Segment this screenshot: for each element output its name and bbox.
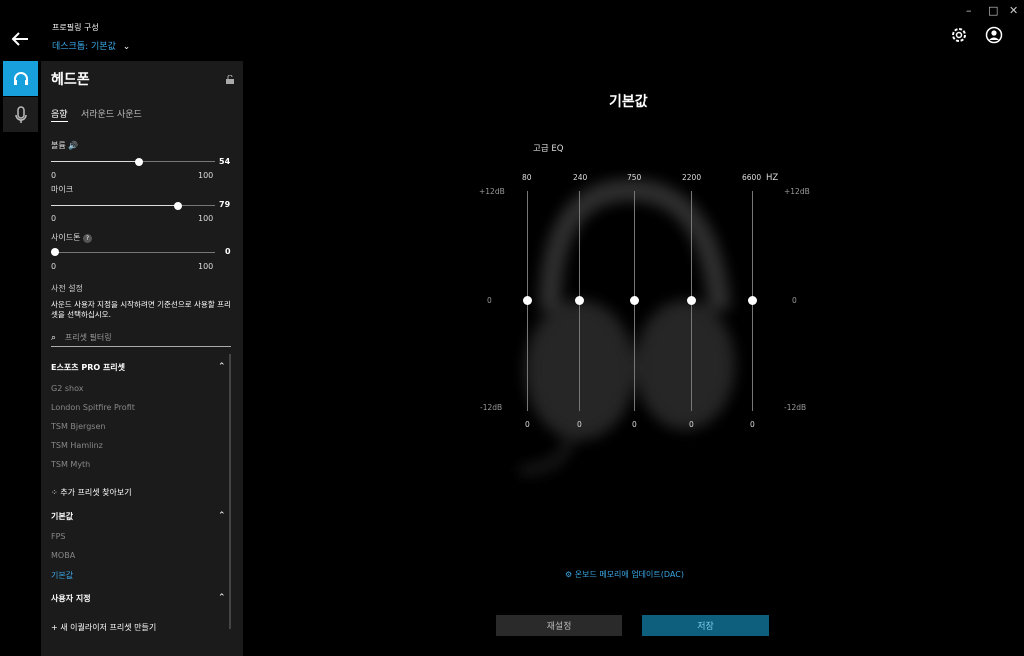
db-label: +12dB	[784, 187, 810, 196]
microphone-nav-button[interactable]	[3, 97, 38, 132]
list-item[interactable]: G2 shox	[51, 384, 83, 393]
eq-slider-750[interactable]	[630, 296, 639, 305]
preset-filter-input[interactable]: ⌕ 프리셋 필터링	[51, 332, 231, 347]
page-title: 프로필링 구성	[52, 23, 99, 32]
chevron-up-icon[interactable]: ⌃	[218, 362, 226, 372]
eq-section-title: 고급 EQ	[533, 144, 564, 154]
minimize-button[interactable]: –	[966, 4, 972, 17]
band-label: 80	[522, 173, 532, 182]
preset-scrollbar[interactable]	[229, 354, 231, 629]
defaults-section-title[interactable]: 기본값	[51, 511, 73, 522]
eq-value: 0	[689, 420, 694, 429]
microphone-icon	[14, 105, 27, 123]
sidetone-max: 100	[198, 262, 214, 271]
sidetone-min: 0	[51, 262, 57, 271]
list-item[interactable]: London Spitfire Profit	[51, 403, 135, 412]
list-item-selected[interactable]: 기본값	[51, 570, 73, 581]
headphone-nav-button[interactable]	[3, 61, 38, 96]
list-item[interactable]: FPS	[51, 532, 66, 541]
esports-section-title[interactable]: E스포츠 PRO 프리셋	[51, 362, 125, 373]
settings-gear-icon[interactable]	[950, 26, 968, 44]
profile-name: 데스크톱: 기본값	[52, 42, 116, 52]
back-arrow-icon[interactable]	[10, 28, 32, 50]
tab-surround[interactable]: 서라운드 사운드	[81, 107, 142, 120]
band-label: 6600	[742, 173, 762, 182]
reset-button[interactable]: 재설정	[496, 615, 622, 636]
presets-title: 사전 설정	[51, 284, 83, 293]
volume-label: 볼륨 🔊	[51, 141, 79, 150]
presets-description: 사운드 사용자 지정을 시작하려면 기준선으로 사용할 프리셋을 선택하십시오.	[51, 300, 231, 319]
chevron-down-icon: ⌄	[122, 42, 131, 52]
db-label: -12dB	[480, 403, 503, 412]
list-item[interactable]: TSM Bjergsen	[51, 422, 105, 431]
mic-label: 마이크	[51, 185, 74, 194]
mic-max: 100	[198, 214, 214, 223]
mic-value: 79	[219, 200, 231, 209]
profile-selector[interactable]: 데스크톱: 기본값 ⌄	[52, 39, 130, 52]
close-button[interactable]: ✕	[1009, 4, 1018, 17]
sidetone-value: 0	[225, 247, 231, 256]
lock-icon[interactable]	[226, 74, 234, 84]
eq-preset-title: 기본값	[609, 94, 648, 110]
settings-panel: 헤드폰 음향 서라운드 사운드 볼륨 🔊 54 0 100 마이크 79 0 1…	[41, 61, 243, 656]
eq-slider-2200[interactable]	[687, 296, 696, 305]
plus-icon: +	[51, 623, 58, 632]
headset-image	[510, 170, 750, 490]
eq-slider-6600[interactable]	[748, 296, 757, 305]
volume-max: 100	[198, 171, 214, 180]
browse-more-button[interactable]: ⁘ 추가 프리셋 찾아보기	[51, 487, 132, 498]
gear-icon: ⚙	[565, 570, 573, 579]
volume-slider[interactable]	[135, 158, 143, 166]
eq-unit-label: HZ	[766, 173, 779, 183]
eq-value: 0	[525, 420, 530, 429]
update-memory-button[interactable]: ⚙ 온보드 메모리에 업데이트(DAC)	[565, 569, 684, 580]
db-label: 0	[792, 296, 797, 305]
list-item[interactable]: MOBA	[51, 551, 75, 560]
tab-sound[interactable]: 음향	[51, 107, 68, 122]
volume-min: 0	[51, 171, 57, 180]
chevron-up-icon[interactable]: ⌃	[218, 511, 226, 521]
list-item[interactable]: TSM Hamlinz	[51, 441, 103, 450]
custom-section-title[interactable]: 사용자 지정	[51, 593, 91, 604]
maximize-button[interactable]: □	[988, 4, 998, 17]
account-icon[interactable]	[985, 26, 1003, 44]
list-item[interactable]: TSM Myth	[51, 460, 90, 469]
eq-slider-80[interactable]	[523, 296, 532, 305]
grid-icon: ⁘	[51, 488, 58, 497]
mic-slider[interactable]	[174, 202, 182, 210]
eq-value: 0	[577, 420, 582, 429]
eq-slider-240[interactable]	[575, 296, 584, 305]
help-icon[interactable]: ?	[83, 234, 92, 243]
db-label: +12dB	[479, 187, 505, 196]
sidetone-label: 사이드톤 ?	[51, 232, 92, 243]
db-label: 0	[487, 296, 492, 305]
volume-value: 54	[219, 157, 231, 166]
search-icon: ⌕	[51, 333, 57, 343]
eq-value: 0	[750, 420, 755, 429]
headphone-icon	[13, 71, 28, 85]
save-button[interactable]: 저장	[642, 615, 769, 636]
band-label: 240	[573, 173, 588, 182]
sidetone-slider[interactable]	[51, 248, 59, 256]
mic-min: 0	[51, 214, 57, 223]
device-title: 헤드폰	[51, 72, 90, 88]
band-label: 750	[627, 173, 642, 182]
chevron-up-icon[interactable]: ⌃	[218, 593, 226, 603]
db-label: -12dB	[784, 403, 807, 412]
create-preset-button[interactable]: + 새 이퀄라이저 프리셋 만들기	[51, 622, 156, 633]
speaker-icon: 🔊	[68, 141, 79, 150]
eq-value: 0	[632, 420, 637, 429]
band-label: 2200	[682, 173, 702, 182]
